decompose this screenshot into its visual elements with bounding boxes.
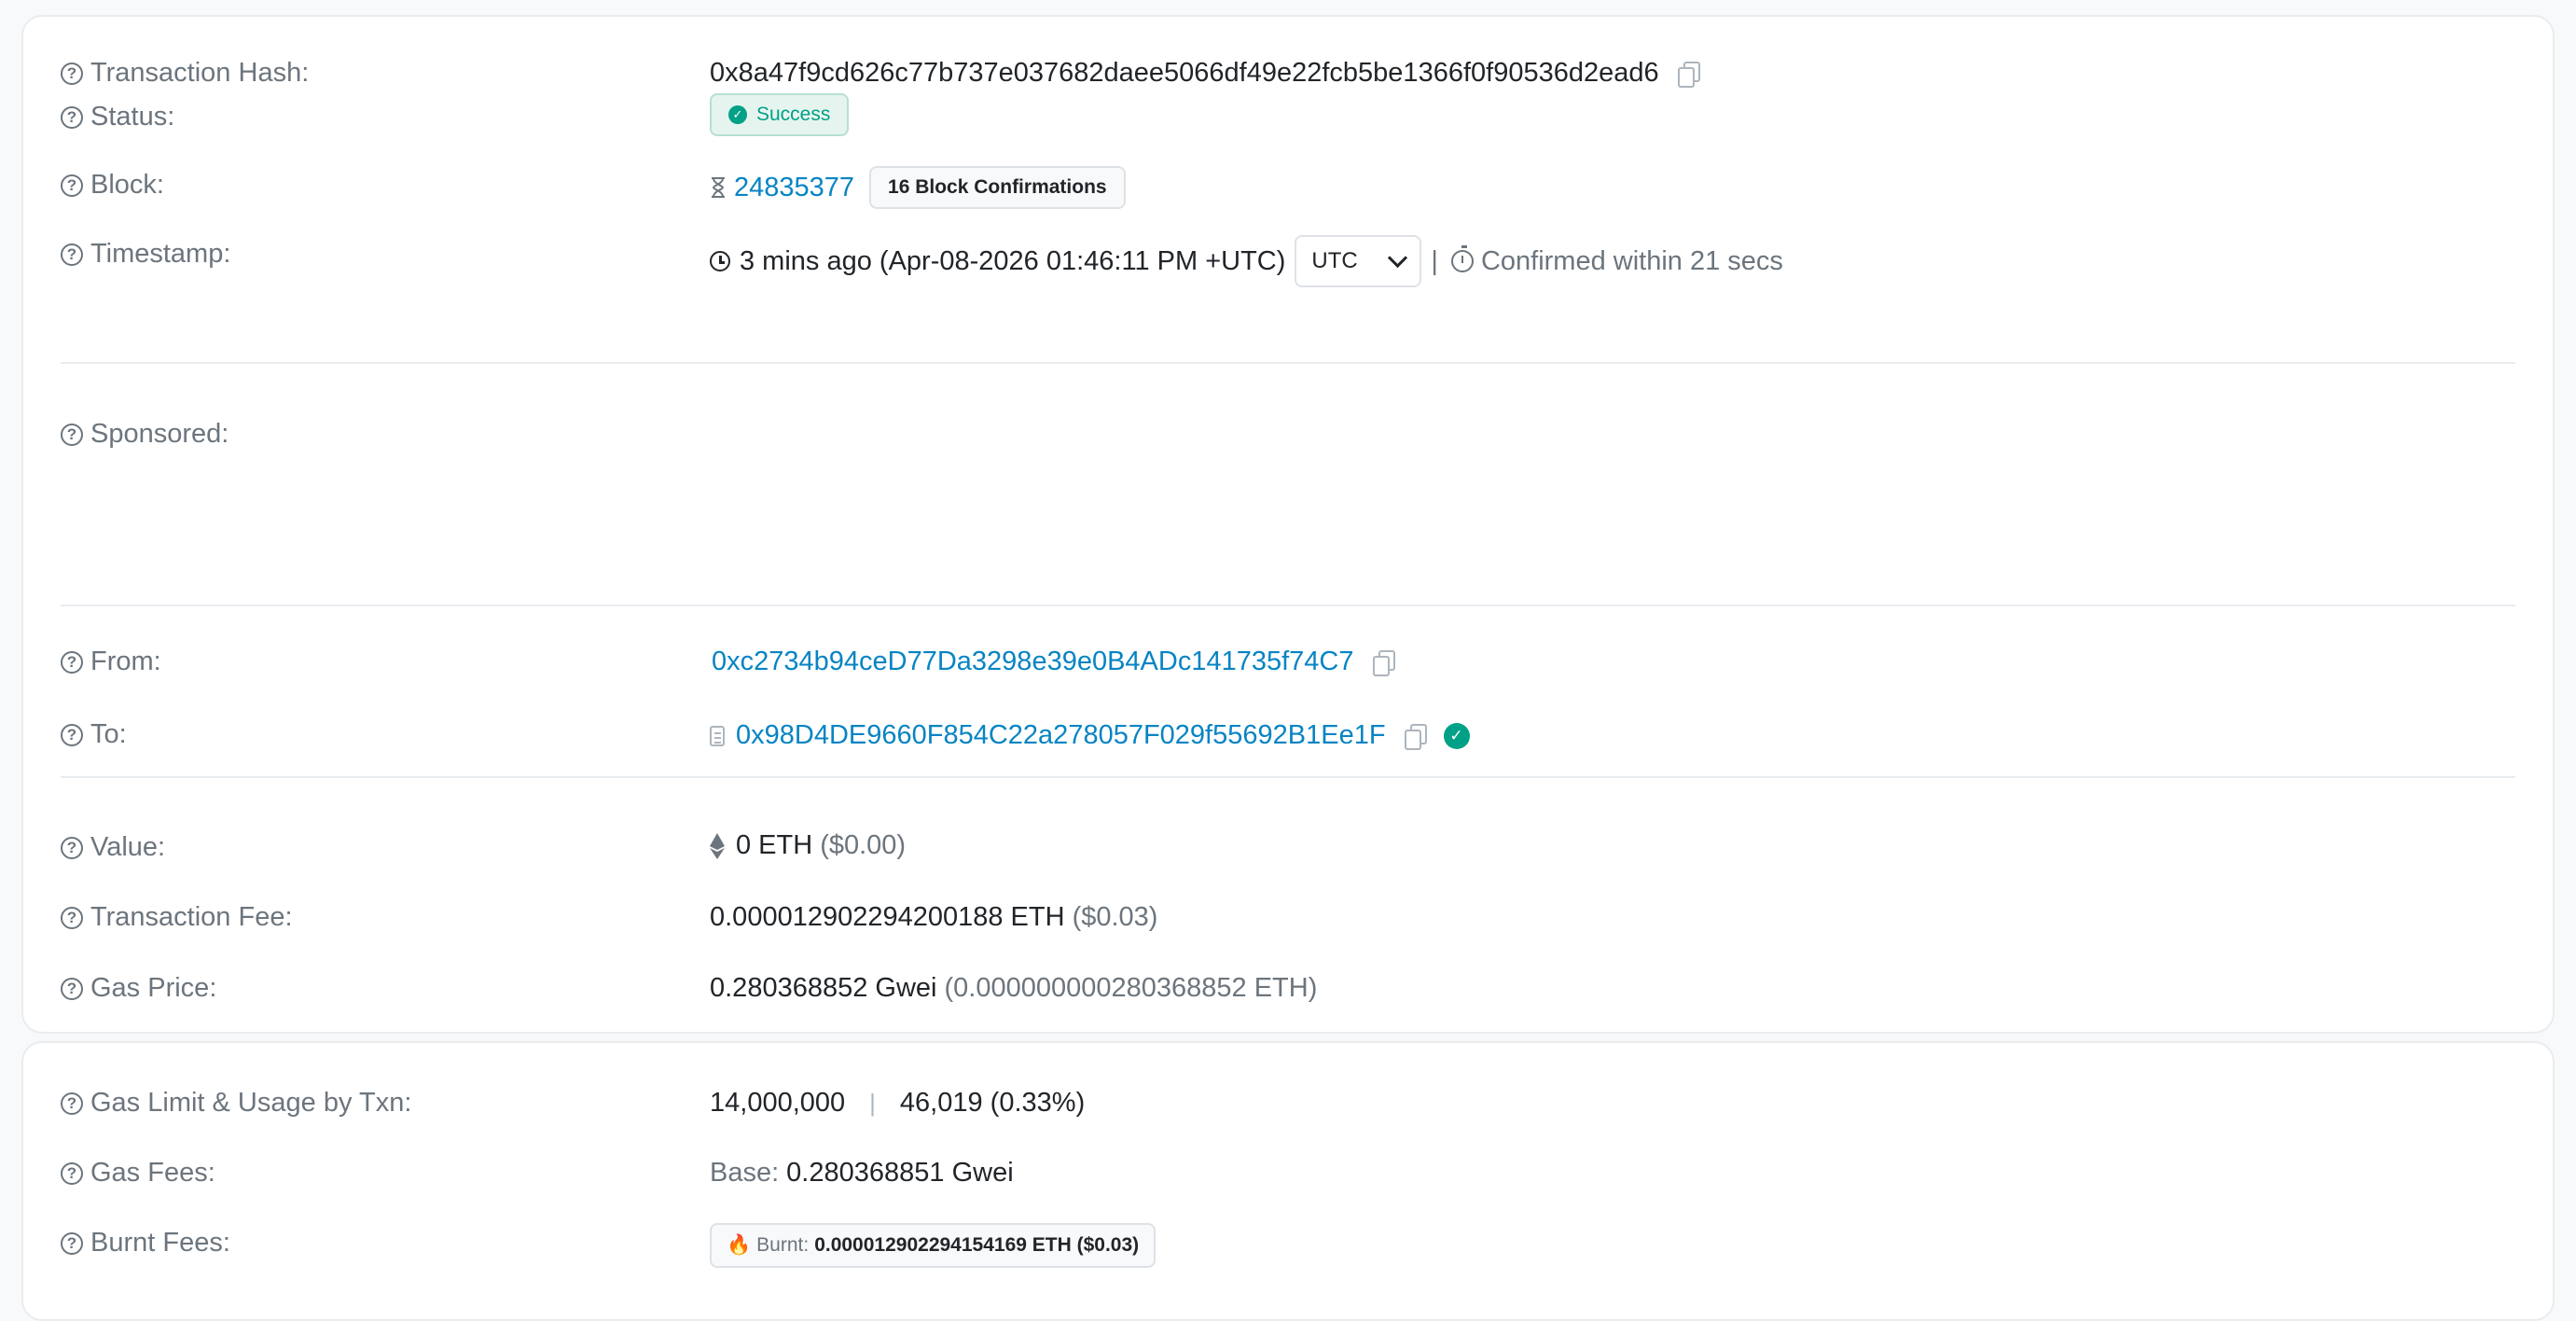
value-label: ? Value: [61,832,165,863]
question-icon[interactable]: ? [61,1161,83,1185]
timestamp-text: 3 mins ago (Apr-08-2026 01:46:11 PM +UTC… [740,245,1286,276]
gas-limit-value: 14,000,000 | 46,019 (0.33%) [710,1088,1085,1119]
base-fee-value: 0.280368851 Gwei [786,1158,1014,1188]
question-icon[interactable]: ? [61,650,83,674]
timestamp-value: 3 mins ago (Apr-08-2026 01:46:11 PM +UTC… [710,235,1783,287]
gas-details-card: ? Gas Limit & Usage by Txn: 14,000,000 |… [21,1041,2555,1321]
to-address-link[interactable]: 0x98D4DE9660F854C22a278057F029f55692B1Ee… [736,720,1386,751]
copy-icon[interactable] [1677,61,1700,88]
burnt-fees-badge: 🔥 Burnt: 0.000012902294154169 ETH ($0.03… [710,1223,1156,1268]
gas-price-label-text: Gas Price: [90,973,217,1003]
eth-icon [710,832,725,859]
base-fee-label: Base: [710,1158,780,1188]
question-icon[interactable]: ? [61,243,83,266]
block-label-text: Block: [90,170,164,200]
confirmed-within-text: Confirmed within 21 secs [1480,245,1783,276]
status-label-text: Status: [90,102,175,132]
gas-price-eth: (0.000000000280368852 ETH) [944,973,1318,1003]
gas-fees-label: ? Gas Fees: [61,1158,215,1189]
clock-icon [710,251,730,271]
stopwatch-icon [1450,245,1474,272]
tx-hash-label: ? Transaction Hash: [61,58,309,89]
gas-fees-label-text: Gas Fees: [90,1158,215,1188]
timestamp-label-text: Timestamp: [90,239,231,269]
from-label-text: From: [90,647,161,676]
contract-icon [710,725,725,746]
question-icon[interactable]: ? [61,723,83,746]
block-number-link[interactable]: 24835377 [734,173,854,203]
status-label: ? Status: [61,102,174,132]
from-address-link[interactable]: 0xc2734b94ceD77Da3298e39e0B4ADc141735f74… [712,647,1354,677]
fee-value: 0.000012902294200188 ETH ($0.03) [710,902,1157,933]
gas-limit-label: ? Gas Limit & Usage by Txn: [61,1088,411,1119]
transaction-overview-card: ? Transaction Hash: 0x8a47f9cd626c77b737… [21,15,2555,1034]
value-label-text: Value: [90,832,166,862]
fee-label-text: Transaction Fee: [90,902,293,932]
burnt-fees-label: ? Burnt Fees: [61,1228,230,1258]
from-label: ? From: [61,647,161,677]
question-icon[interactable]: ? [61,423,83,446]
fire-icon: 🔥 [727,1234,752,1256]
sponsored-label-text: Sponsored: [90,419,229,449]
question-icon[interactable]: ? [61,977,83,1000]
status-value: ✓ Success [710,93,850,136]
burnt-fees-value: 🔥 Burnt: 0.000012902294154169 ETH ($0.03… [710,1223,1156,1268]
verified-icon: ✓ [1443,722,1470,749]
fee-amount: 0.000012902294200188 ETH [710,902,1065,932]
divider [61,605,2515,606]
gas-price-gwei: 0.280368852 Gwei [710,973,937,1003]
hourglass-icon [712,177,725,198]
gas-fees-value: Base: 0.280368851 Gwei [710,1158,1014,1189]
chevron-down-icon [1388,247,1408,268]
question-icon[interactable]: ? [61,836,83,859]
burnt-value: 0.000012902294154169 ETH ($0.03) [814,1234,1140,1256]
tx-hash-value: 0x8a47f9cd626c77b737e037682daee5066df49e… [710,58,1700,89]
divider [61,362,2515,364]
gas-price-label: ? Gas Price: [61,973,216,1004]
timestamp-label: ? Timestamp: [61,239,230,270]
tx-hash-label-text: Transaction Hash: [90,58,310,88]
fee-label: ? Transaction Fee: [61,902,293,933]
fee-usd: ($0.03) [1072,902,1158,932]
value-usd: ($0.00) [820,830,907,860]
question-icon[interactable]: ? [61,1231,83,1255]
burnt-label: Burnt: [756,1234,810,1256]
gas-price-value: 0.280368852 Gwei (0.000000000280368852 E… [710,973,1317,1004]
to-label: ? To: [61,719,127,750]
from-value: 0xc2734b94ceD77Da3298e39e0B4ADc141735f74… [710,647,1395,677]
question-icon[interactable]: ? [61,105,83,129]
copy-icon[interactable] [1372,649,1395,676]
question-icon[interactable]: ? [61,174,83,197]
copy-icon[interactable] [1404,723,1427,750]
value-value: 0 ETH ($0.00) [710,830,906,861]
timezone-select[interactable]: UTC [1295,235,1422,287]
block-confirmations-badge: 16 Block Confirmations [869,166,1126,209]
timestamp-separator: | [1431,245,1438,276]
question-icon[interactable]: ? [61,1092,83,1115]
gas-limit: 14,000,000 [710,1088,846,1118]
question-icon[interactable]: ? [61,906,83,929]
status-badge-text: Success [756,104,831,125]
block-label: ? Block: [61,170,164,201]
to-label-text: To: [90,719,127,749]
gas-separator: | [869,1089,876,1117]
divider [61,776,2515,778]
gas-limit-label-text: Gas Limit & Usage by Txn: [90,1088,412,1118]
timezone-select-value: UTC [1311,248,1358,273]
block-value: 24835377 16 Block Confirmations [710,166,1126,209]
tx-hash-text[interactable]: 0x8a47f9cd626c77b737e037682daee5066df49e… [710,58,1659,89]
gas-usage: 46,019 (0.33%) [899,1088,1086,1118]
check-circle-icon: ✓ [728,105,747,124]
value-amount: 0 ETH [736,830,813,860]
burnt-fees-label-text: Burnt Fees: [90,1228,230,1258]
question-icon[interactable]: ? [61,62,83,85]
to-value: 0x98D4DE9660F854C22a278057F029f55692B1Ee… [710,720,1470,751]
sponsored-label: ? Sponsored: [61,419,229,450]
status-badge: ✓ Success [710,93,850,136]
